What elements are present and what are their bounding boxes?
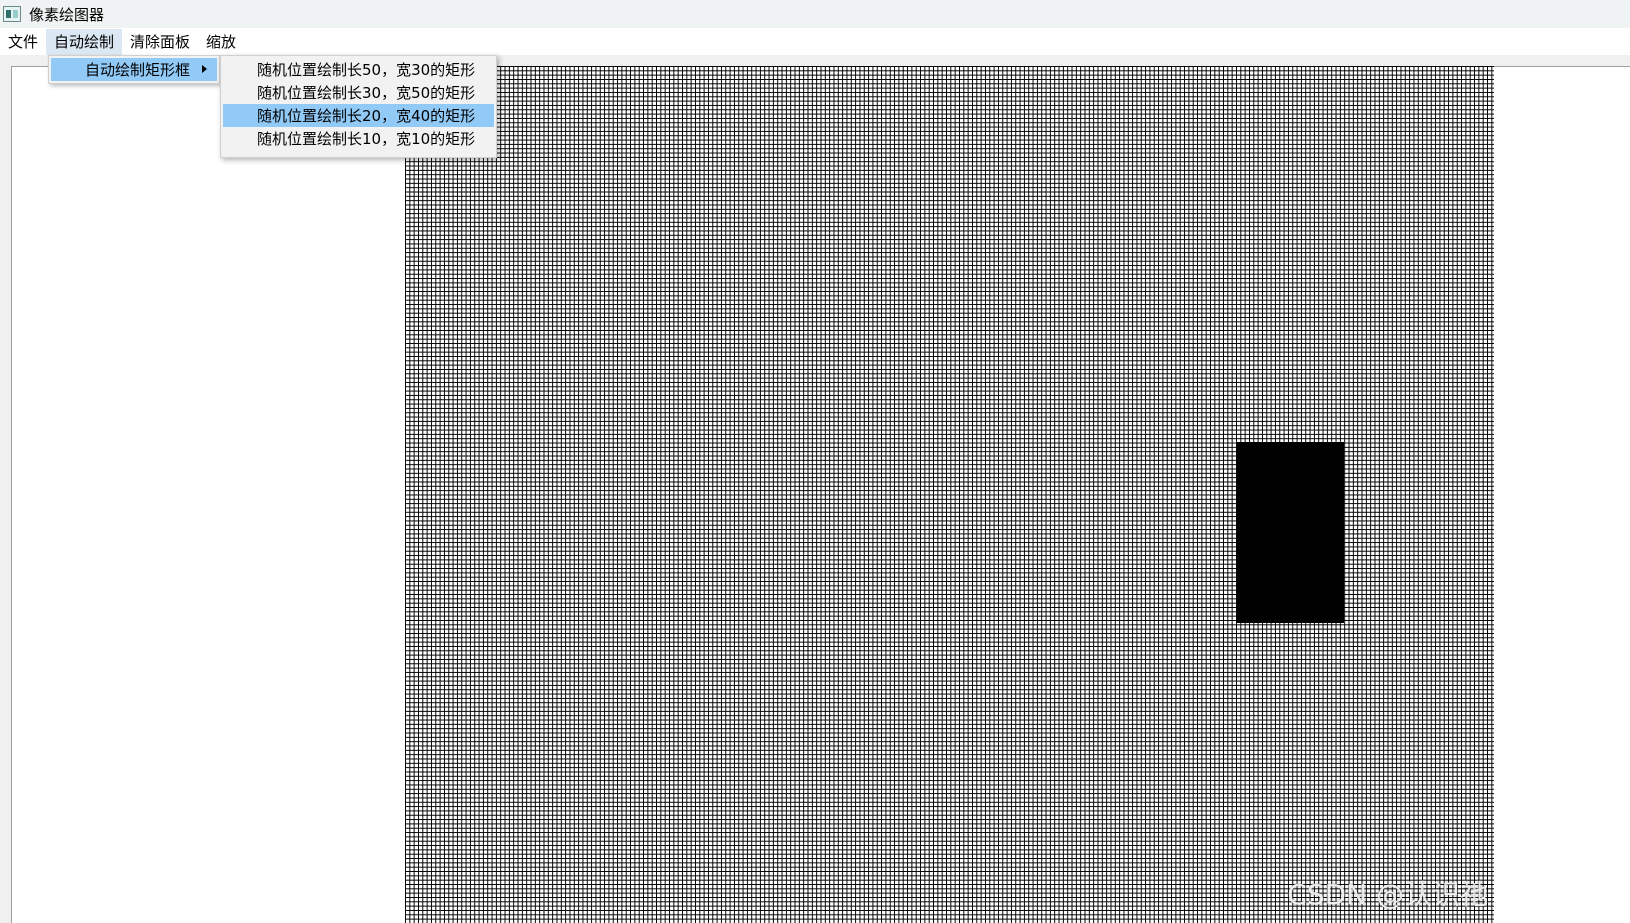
submenu-item-label: 随机位置绘制长50，宽30的矩形 bbox=[257, 61, 476, 79]
submenu-item-label: 随机位置绘制长10，宽10的矩形 bbox=[257, 130, 476, 148]
pixel-grid-canvas[interactable]: CSDN @认识祂 bbox=[405, 66, 1494, 923]
menu-bar: 文件 自动绘制 清除面板 缩放 bbox=[0, 28, 1630, 55]
watermark: CSDN @认识祂 bbox=[1287, 878, 1488, 911]
submenu-item-rect-50x30[interactable]: 随机位置绘制长50，宽30的矩形 bbox=[223, 58, 494, 81]
title-bar: 像素绘图器 bbox=[0, 0, 1630, 28]
menu-file[interactable]: 文件 bbox=[0, 29, 46, 55]
app-icon bbox=[3, 6, 21, 22]
submenu-item-rect-20x40[interactable]: 随机位置绘制长20，宽40的矩形 bbox=[223, 104, 494, 127]
menu-item-auto-draw-rectangle[interactable]: 自动绘制矩形框 bbox=[51, 58, 217, 81]
submenu-item-label: 随机位置绘制长30，宽50的矩形 bbox=[257, 84, 476, 102]
submenu-item-rect-30x50[interactable]: 随机位置绘制长30，宽50的矩形 bbox=[223, 81, 494, 104]
menu-item-label: 自动绘制矩形框 bbox=[85, 61, 191, 79]
drawn-rectangle bbox=[1236, 442, 1344, 623]
menu-zoom[interactable]: 缩放 bbox=[198, 29, 244, 55]
menu-clear-panel[interactable]: 清除面板 bbox=[122, 29, 198, 55]
window-title: 像素绘图器 bbox=[29, 5, 105, 24]
submenu-item-label: 随机位置绘制长20，宽40的矩形 bbox=[257, 107, 476, 125]
submenu-arrow-icon bbox=[202, 65, 207, 73]
submenu-item-rect-10x10[interactable]: 随机位置绘制长10，宽10的矩形 bbox=[223, 127, 494, 150]
auto-draw-dropdown: 自动绘制矩形框 bbox=[48, 55, 220, 84]
rectangle-submenu: 随机位置绘制长50，宽30的矩形 随机位置绘制长30，宽50的矩形 随机位置绘制… bbox=[220, 55, 497, 158]
menu-auto-draw[interactable]: 自动绘制 bbox=[46, 28, 123, 55]
